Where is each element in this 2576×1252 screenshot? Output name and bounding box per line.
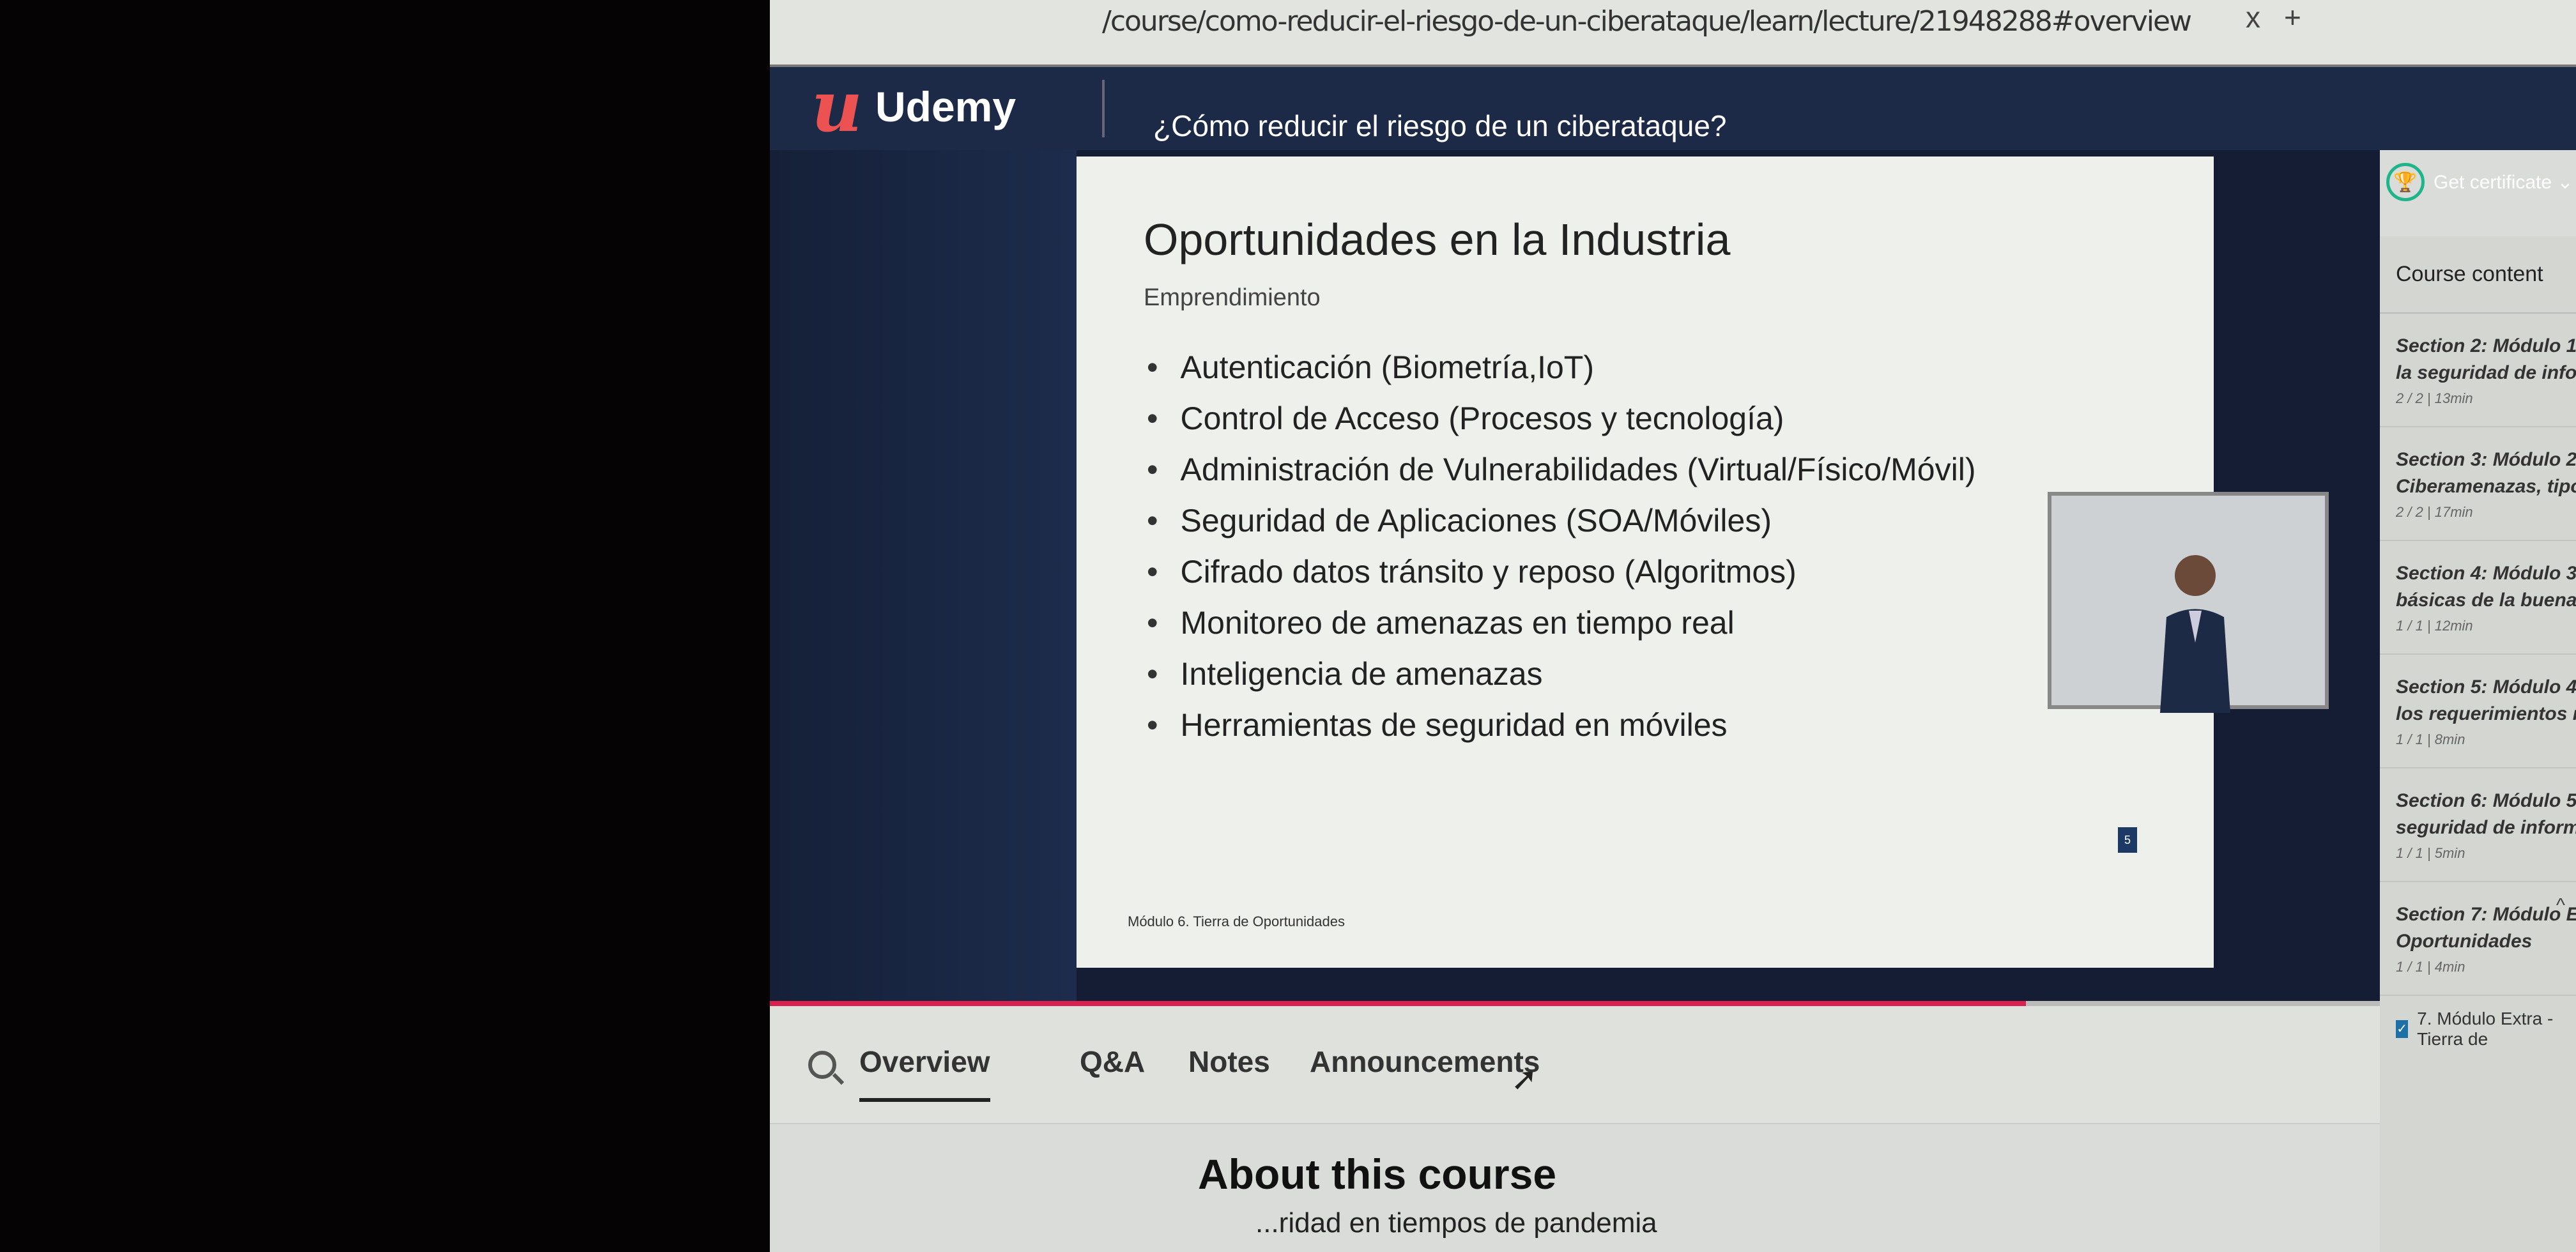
lecture-title: 7. Módulo Extra - Tierra de bbox=[2417, 1009, 2554, 1049]
bullet-item: Monitoreo de amenazas en tiempo real bbox=[1147, 597, 1976, 648]
section-title: la seguridad de información bbox=[2396, 362, 2576, 383]
tab-notes[interactable]: Notes bbox=[1188, 1044, 1270, 1079]
slide-subtitle: Emprendimiento bbox=[1144, 284, 1321, 311]
bullet-item: Administración de Vulnerabilidades (Virt… bbox=[1147, 444, 1976, 495]
bullet-item: Cifrado datos tránsito y reposo (Algorit… bbox=[1147, 546, 1976, 597]
video-progress-bar[interactable] bbox=[770, 1001, 2380, 1006]
slide-title: Oportunidades en la Industria bbox=[1144, 215, 1731, 264]
url-text[interactable]: /course/como-reducir-el-riesgo-de-un-cib… bbox=[1102, 5, 2192, 38]
section-meta: 1 / 1 | 8min bbox=[2396, 731, 2465, 747]
tab-qa[interactable]: Q&A bbox=[1080, 1044, 1145, 1079]
browser-address-bar[interactable]: /course/como-reducir-el-riesgo-de-un-cib… bbox=[770, 0, 2576, 67]
bullet-item: Control de Acceso (Procesos y tecnología… bbox=[1147, 393, 1976, 444]
section-title: Section 3: Módulo 2 : bbox=[2396, 449, 2576, 470]
lecture-slide: Oportunidades en la Industria Emprendimi… bbox=[1077, 156, 2214, 968]
slide-bullets: Autenticación (Biometría,IoT) Control de… bbox=[1147, 342, 1976, 751]
video-progress-fill bbox=[770, 1001, 2026, 1006]
course-title[interactable]: ¿Cómo reducir el riesgo de un ciberataqu… bbox=[1153, 109, 1727, 143]
section-title: seguridad de información bbox=[2396, 817, 2576, 838]
tab-announcements[interactable]: Announcements bbox=[1310, 1044, 1540, 1079]
video-player[interactable]: Oportunidades en la Industria Emprendimi… bbox=[770, 150, 2380, 1006]
section-title: Ciberamenazas, tipos de ataqu bbox=[2396, 476, 2576, 497]
section-item[interactable]: Section 3: Módulo 2 : Ciberamenazas, tipo… bbox=[2380, 427, 2576, 541]
slide-footer: Módulo 6. Tierra de Oportunidades bbox=[1128, 913, 1345, 929]
section-title: Section 4: Módulo 3 : Prácticas bbox=[2396, 563, 2576, 584]
section-title: Section 7: Módulo Extra - Tierra de bbox=[2396, 904, 2576, 925]
mouse-cursor-icon: ➚ bbox=[1511, 1061, 1538, 1097]
get-certificate-button[interactable]: 🏆 Get certificate ⌄ bbox=[2386, 163, 2573, 201]
section-item[interactable]: Section 5: Módulo 4 : Introducción a los … bbox=[2380, 655, 2576, 768]
udemy-logo[interactable]: u Udemy bbox=[811, 65, 1016, 148]
section-item[interactable]: ^Section 7: Módulo Extra - Tierra de Opor… bbox=[2380, 882, 2576, 996]
logo-text: Udemy bbox=[875, 83, 1016, 130]
section-title: básicas de la buena ciber higiene bbox=[2396, 590, 2576, 611]
trophy-icon: 🏆 bbox=[2386, 163, 2425, 201]
certificate-label: Get certificate ⌄ bbox=[2434, 171, 2573, 193]
logo-mark: u bbox=[811, 65, 862, 148]
slide-page-number: 5 bbox=[2118, 827, 2137, 853]
section-title: Section 5: Módulo 4 : Introducción a bbox=[2396, 676, 2576, 698]
section-title: Oportunidades bbox=[2396, 931, 2533, 952]
section-meta: 2 / 2 | 17min bbox=[2396, 504, 2473, 520]
course-tabs: Overview Q&A Notes Announcements bbox=[770, 1006, 2380, 1124]
chevron-up-icon[interactable]: ^ bbox=[2556, 895, 2565, 917]
section-title: Section 6: Módulo 5 : El futuro de la bbox=[2396, 790, 2576, 811]
close-tab-icon[interactable]: x bbox=[2246, 0, 2260, 34]
about-heading: About this course bbox=[1198, 1150, 1557, 1198]
instructor-video bbox=[2048, 492, 2329, 713]
section-title: Section 2: Módulo 1: Introd bbox=[2396, 335, 2576, 356]
section-meta: 1 / 1 | 5min bbox=[2396, 845, 2465, 861]
new-tab-icon[interactable]: + bbox=[2284, 0, 2301, 34]
section-meta: 1 / 1 | 12min bbox=[2396, 618, 2473, 634]
instructor-figure bbox=[2160, 555, 2230, 713]
section-item[interactable]: Section 2: Módulo 1: Introd la seguridad … bbox=[2380, 314, 2576, 427]
course-content-sidebar: Course content Section 2: Módulo 1: Intr… bbox=[2380, 236, 2576, 1252]
tab-overview[interactable]: Overview bbox=[859, 1044, 990, 1102]
section-item[interactable]: Section 4: Módulo 3 : Prácticas básicas d… bbox=[2380, 541, 2576, 655]
checkbox-checked-icon[interactable]: ✓ bbox=[2396, 1020, 2409, 1038]
monitor-screen: /course/como-reducir-el-riesgo-de-un-cib… bbox=[770, 0, 2576, 1252]
section-meta: 1 / 1 | 4min bbox=[2396, 959, 2465, 975]
bullet-item: Autenticación (Biometría,IoT) bbox=[1147, 342, 1976, 393]
course-header: u Udemy ¿Cómo reducir el riesgo de un ci… bbox=[770, 67, 2576, 150]
header-divider bbox=[1102, 80, 1105, 137]
section-title: los requerimientos regulatorios bbox=[2396, 703, 2576, 724]
search-icon[interactable] bbox=[808, 1051, 836, 1079]
about-subtitle: ...ridad en tiempos de pandemia bbox=[1255, 1207, 1657, 1239]
section-item[interactable]: Section 6: Módulo 5 : El futuro de la seg… bbox=[2380, 768, 2576, 882]
player-background bbox=[770, 150, 1077, 1006]
bullet-item: Inteligencia de amenazas bbox=[1147, 648, 1976, 699]
bullet-item: Herramientas de seguridad en móviles bbox=[1147, 699, 1976, 751]
bullet-item: Seguridad de Aplicaciones (SOA/Móviles) bbox=[1147, 495, 1976, 546]
lecture-item[interactable]: ✓ 7. Módulo Extra - Tierra de bbox=[2380, 996, 2576, 1062]
section-meta: 2 / 2 | 13min bbox=[2396, 390, 2473, 406]
sidebar-title: Course content bbox=[2380, 236, 2576, 314]
